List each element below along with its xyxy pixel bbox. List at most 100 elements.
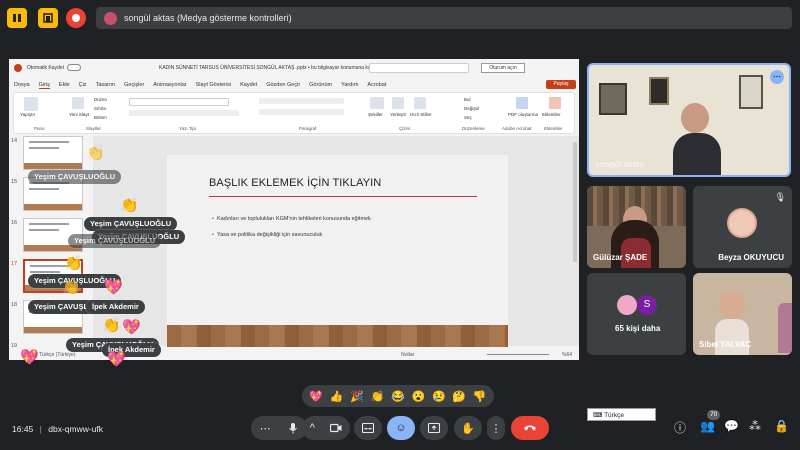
participant-tile[interactable]: 🎙 Beyza OKUYUCU [693, 186, 792, 268]
menu-draw[interactable]: Çiz [79, 82, 87, 88]
leave-call-button[interactable] [511, 416, 549, 440]
search-box[interactable] [369, 63, 469, 73]
alignment-buttons[interactable] [259, 109, 344, 115]
hand-icon: ✋ [461, 422, 475, 435]
reset-button[interactable]: Sıfırla [94, 106, 106, 111]
surprised-reaction[interactable]: 😮 [412, 390, 426, 403]
shapes-icon[interactable] [370, 97, 384, 109]
current-slide[interactable]: BAŞLIK EKLEMEK İÇİN TIKLAYIN Kadınları v… [167, 155, 508, 347]
more-options-icon[interactable]: ⋯ [770, 70, 784, 84]
section-button[interactable]: Bölüm [94, 115, 107, 120]
camera-icon[interactable] [330, 423, 342, 433]
participant-tile-main[interactable]: ⋯ songül aktas [587, 63, 791, 177]
arrange-button[interactable]: Yerleştir [390, 112, 406, 117]
new-slide-icon[interactable] [72, 97, 84, 109]
menu-help[interactable]: Yardım [341, 82, 358, 88]
slide-bullet[interactable]: Kadınları ve toplulukları KGM'nin tehlik… [212, 216, 371, 222]
present-button[interactable] [420, 416, 448, 440]
party-reaction[interactable]: 🎉 [350, 390, 364, 403]
meeting-code[interactable]: dbx-qmww-ufk [48, 424, 103, 434]
quick-styles-icon[interactable] [414, 97, 426, 109]
layout-button[interactable]: Düzen [94, 97, 107, 102]
thumb-number: 14 [11, 138, 18, 144]
clap-emoji-icon: 👏 [64, 255, 83, 272]
menu-design[interactable]: Tasarım [96, 82, 116, 88]
scrollbar[interactable] [573, 142, 577, 262]
menu-insert[interactable]: Ekle [59, 82, 70, 88]
find-button[interactable]: Bul [464, 97, 471, 102]
signin-button[interactable]: Oturum açın [481, 63, 525, 73]
shapes-button[interactable]: Şekiller [368, 112, 383, 117]
font-name-select[interactable] [129, 98, 229, 106]
people-icon[interactable]: 👥 [700, 419, 715, 433]
participant-face [681, 103, 709, 133]
clap-emoji-icon: 👏 [62, 279, 81, 296]
more-options-button[interactable]: ⋮ [487, 416, 505, 440]
select-button[interactable]: Seç [464, 115, 472, 120]
pdf-button[interactable]: PDF oluşturma [508, 112, 538, 117]
clap-reaction[interactable]: 👏 [371, 390, 385, 403]
mic-control[interactable]: ⋯ [251, 416, 307, 440]
presenting-text: songül aktas (Medya gösterme kontrolleri… [124, 13, 292, 23]
presenting-banner[interactable]: songül aktas (Medya gösterme kontrolleri… [96, 7, 792, 29]
arrange-icon[interactable] [392, 97, 404, 109]
record-icon[interactable] [66, 8, 86, 28]
more-vert-icon: ⋮ [490, 422, 502, 435]
menu-record[interactable]: Kaydet [240, 82, 257, 88]
menu-transitions[interactable]: Geçişler [124, 82, 144, 88]
slide-bullet[interactable]: Yasa ve politika değişikliği için savunu… [212, 232, 322, 238]
thumbs-up-reaction[interactable]: 👍 [330, 390, 344, 403]
zoom-level[interactable]: %64 [562, 352, 572, 358]
powerpoint-logo-icon [14, 64, 22, 72]
host-controls-icon[interactable]: 🔒 [774, 419, 789, 433]
font-format-buttons[interactable] [129, 110, 239, 116]
participant-tile-overflow[interactable]: S 65 kişi daha [587, 273, 686, 355]
addins-icon[interactable] [549, 97, 561, 109]
autosave-toggle[interactable] [67, 64, 81, 71]
new-slide-button[interactable]: Yeni Slayt [69, 112, 89, 117]
menu-review[interactable]: Gözden Geçir [266, 82, 300, 88]
sad-reaction[interactable]: 😢 [432, 390, 446, 403]
participant-tile[interactable]: Gülüzar ŞADE [587, 186, 686, 268]
chevron-up-icon[interactable]: ^ [310, 422, 315, 434]
thumbs-down-reaction[interactable]: 👎 [473, 390, 487, 403]
top-bar: songül aktas (Medya gösterme kontrolleri… [0, 0, 800, 36]
slide-thumb-14[interactable] [23, 136, 83, 170]
layout-icon[interactable] [7, 8, 27, 28]
menu-animations[interactable]: Animasyonlar [153, 82, 186, 88]
menu-acrobat[interactable]: Acrobat [367, 82, 386, 88]
menu-file[interactable]: Dosya [14, 82, 30, 88]
info-icon[interactable]: ⓘ [674, 419, 686, 436]
replace-button[interactable]: Değiştir [464, 106, 479, 111]
participant-name: Gülüzar ŞADE [593, 253, 648, 262]
present-screen-icon [428, 423, 440, 433]
sparkling-heart-reaction[interactable]: 💖 [309, 390, 323, 403]
chat-icon[interactable]: 💬 [724, 419, 739, 433]
captions-button[interactable] [354, 416, 382, 440]
share-button[interactable]: Paylaş [546, 80, 576, 89]
menu-home[interactable]: Giriş [38, 82, 50, 89]
quick-styles-button[interactable]: Hızlı Stiller [410, 112, 432, 117]
slide-title[interactable]: BAŞLIK EKLEMEK İÇİN TIKLAYIN [209, 177, 381, 189]
menu-view[interactable]: Görünüm [309, 82, 332, 88]
paste-icon[interactable] [24, 97, 38, 111]
pin-icon[interactable] [38, 8, 58, 28]
menu-slideshow[interactable]: Slayt Gösterisi [196, 82, 231, 88]
pp-menu-bar: Dosya Giriş Ekle Çiz Tasarım Geçişler An… [9, 79, 579, 91]
reactions-button[interactable]: ☺ [387, 416, 415, 440]
camera-control[interactable]: ^ [302, 416, 350, 440]
laugh-reaction[interactable]: 😂 [391, 390, 405, 403]
paragraph-buttons[interactable] [259, 98, 344, 104]
raise-hand-button[interactable]: ✋ [454, 416, 482, 440]
captions-icon [362, 423, 374, 433]
activities-icon[interactable]: ⁂ [749, 419, 761, 433]
paste-button[interactable]: Yapıştır [20, 112, 35, 117]
pdf-icon[interactable] [516, 97, 528, 109]
zoom-slider[interactable] [487, 354, 549, 355]
thinking-reaction[interactable]: 🤔 [452, 390, 466, 403]
more-audio-icon[interactable]: ⋯ [260, 422, 271, 435]
participant-tile[interactable]: Sibel YALVAÇ [693, 273, 792, 355]
microphone-icon[interactable] [288, 422, 298, 434]
addins-button[interactable]: Eklentiler [542, 112, 561, 117]
notes-button[interactable]: Notlar [401, 352, 414, 358]
